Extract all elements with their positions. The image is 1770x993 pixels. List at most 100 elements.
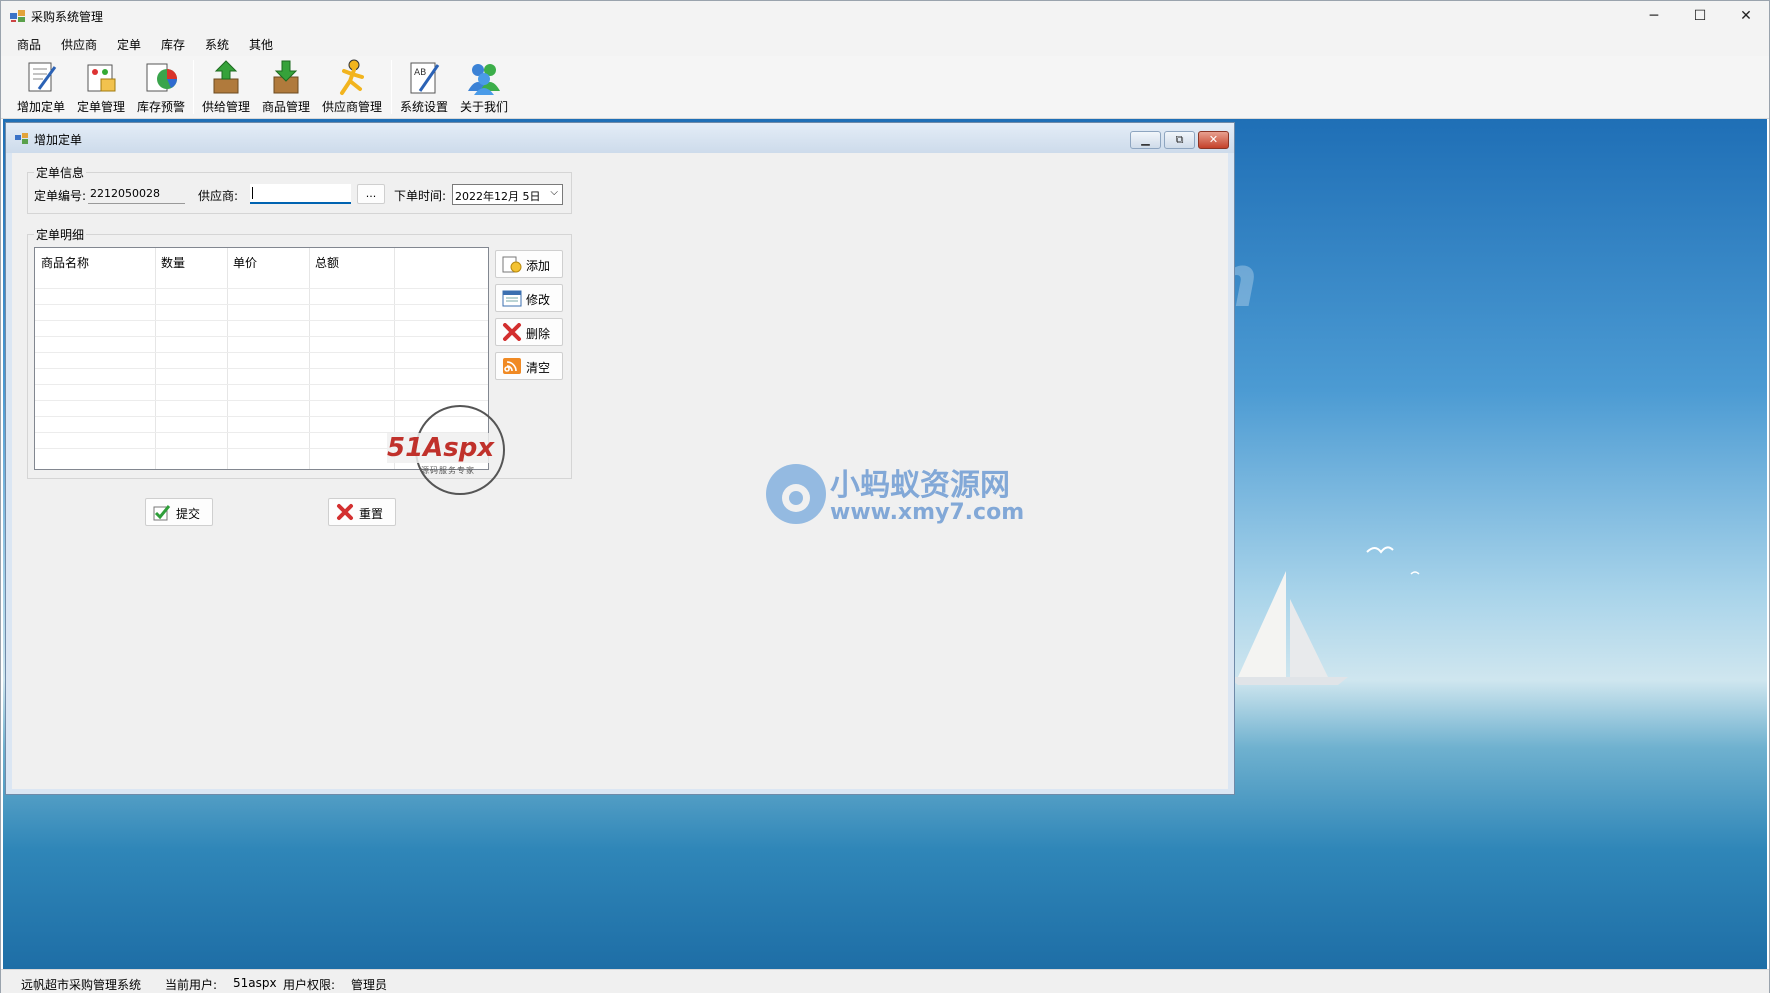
toolbar-product-manage-button[interactable]: 商品管理 [259,59,313,117]
column-header-total[interactable]: 总额 [315,254,339,271]
order-info-group-label: 定单信息 [34,164,87,181]
submit-label: 提交 [176,507,201,521]
app-window: 采购系统管理 ─ ☐ ✕ 商品 供应商 定单 库存 系统 其他 增加定单 定单管… [0,0,1770,993]
reset-icon [337,504,353,520]
child-window-title: 增加定单 [34,133,83,147]
menu-other[interactable]: 其他 [249,36,273,53]
column-header-price[interactable]: 单价 [233,254,257,271]
child-client-area: 定单信息 定单编号: 2212050028 供应商: ... 下单时间: 202… [12,153,1228,789]
toolbar-label: 定单管理 [76,100,125,114]
toolbar-stock-alert-button[interactable]: 库存预警 [135,59,187,117]
window-title: 采购系统管理 [31,10,104,24]
edit-icon [502,290,522,307]
toolbar-supplier-manage-button[interactable]: 供应商管理 [319,59,385,117]
child-close-button[interactable]: ✕ [1198,131,1229,149]
site-url: www.xmy7.com [830,500,1025,525]
logo-text: 51Aspx [387,433,495,463]
child-restore-button[interactable]: ⧉ [1164,131,1195,149]
reset-button[interactable]: 重置 [328,498,396,526]
add-order-window: 增加定单 ▁ ⧉ ✕ 定单信息 定单编号: 2212050028 供应商: ..… [5,122,1235,795]
submit-icon [153,505,171,521]
toolbar: 增加定单 定单管理 库存预警 供给管理 商品管理 供应商管理 AB 系统设置 关… [1,56,1769,119]
column-header-quantity[interactable]: 数量 [161,254,185,271]
chevron-down-icon: ⌵ [550,187,558,198]
menu-supplier[interactable]: 供应商 [61,36,97,53]
site-name: 小蚂蚁资源网 [830,468,1010,503]
order-date-label: 下单时间: [394,189,447,203]
grid-column-divider [155,248,156,469]
minimize-button[interactable]: ─ [1631,1,1677,32]
reset-label: 重置 [359,507,384,521]
supplier-input[interactable] [250,184,351,204]
order-detail-group-label: 定单明细 [34,226,87,243]
window-icon [15,133,28,144]
child-title-bar: 增加定单 ▁ ⧉ ✕ [6,123,1234,153]
close-button[interactable]: ✕ [1723,1,1769,32]
toolbar-separator [193,60,194,114]
supplier-browse-button[interactable]: ... [357,184,385,204]
grid-column-divider [227,248,228,469]
toolbar-order-manage-button[interactable]: 定单管理 [75,59,127,117]
order-manage-icon [87,64,116,92]
current-user-label: 当前用户: [165,978,218,992]
clear-items-button[interactable]: 清空 [495,352,563,380]
toolbar-label: 供给管理 [201,100,250,114]
grid-column-divider [309,248,310,469]
toolbar-about-us-button[interactable]: 关于我们 [457,59,511,117]
column-header-product[interactable]: 商品名称 [41,254,89,271]
system-name: 远帆超市采购管理系统 [21,978,142,992]
seagull-image [1366,546,1420,575]
aspx-logo-watermark: 51Aspx 源码服务专家 [387,405,527,495]
edit-item-button[interactable]: 修改 [495,284,563,312]
maximize-button[interactable]: ☐ [1677,1,1723,32]
role-value: 管理员 [351,978,388,992]
app-icon [10,10,25,22]
menu-bar: 商品 供应商 定单 库存 系统 其他 [1,32,1769,56]
about-us-icon [468,64,500,95]
add-order-icon [28,62,57,92]
site-logo-icon [766,464,826,524]
role-label: 用户权限: [283,978,336,992]
grid-row-line [35,336,488,337]
child-minimize-button[interactable]: ▁ [1130,131,1161,149]
text-caret [252,187,253,199]
delete-item-button[interactable]: 删除 [495,318,563,346]
site-watermark: 小蚂蚁资源网 www.xmy7.com [762,458,1042,528]
toolbar-supply-manage-button[interactable]: 供给管理 [199,59,253,117]
grid-row-line [35,352,488,353]
supplier-manage-icon [340,59,364,95]
menu-system[interactable]: 系统 [205,36,229,53]
edit-item-label: 修改 [526,293,551,307]
toolbar-label: 关于我们 [459,100,508,114]
toolbar-label: 系统设置 [399,100,448,114]
menu-stock[interactable]: 库存 [161,36,185,53]
grid-row-line [35,288,488,289]
grid-row-line [35,368,488,369]
clear-icon [503,358,521,374]
current-user: 51aspx [233,976,277,990]
toolbar-system-settings-button[interactable]: AB 系统设置 [397,59,451,117]
add-item-button[interactable]: 添加 [495,250,563,278]
menu-product[interactable]: 商品 [17,36,41,53]
toolbar-label: 增加定单 [16,100,65,114]
product-manage-icon [273,60,299,94]
add-icon [502,256,522,273]
menu-order[interactable]: 定单 [117,36,141,53]
logo-subtitle: 源码服务专家 [421,466,475,475]
order-no-label: 定单编号: [34,189,87,203]
toolbar-label: 商品管理 [261,100,310,114]
svg-text:AB: AB [414,68,426,78]
grid-row-line [35,304,488,305]
order-date-picker[interactable]: 2022年12月 5日 ⌵ [452,184,563,205]
delete-icon [503,323,521,341]
toolbar-add-order-button[interactable]: 增加定单 [15,59,67,117]
grid-row-line [35,320,488,321]
order-no-field[interactable]: 2212050028 [88,184,185,204]
submit-button[interactable]: 提交 [145,498,213,526]
toolbar-label: 库存预警 [136,100,185,114]
toolbar-label: 供应商管理 [321,100,382,114]
supply-manage-icon [213,60,239,94]
supplier-label: 供应商: [198,189,239,203]
sailboat-image [1228,571,1348,685]
add-item-label: 添加 [526,259,551,273]
